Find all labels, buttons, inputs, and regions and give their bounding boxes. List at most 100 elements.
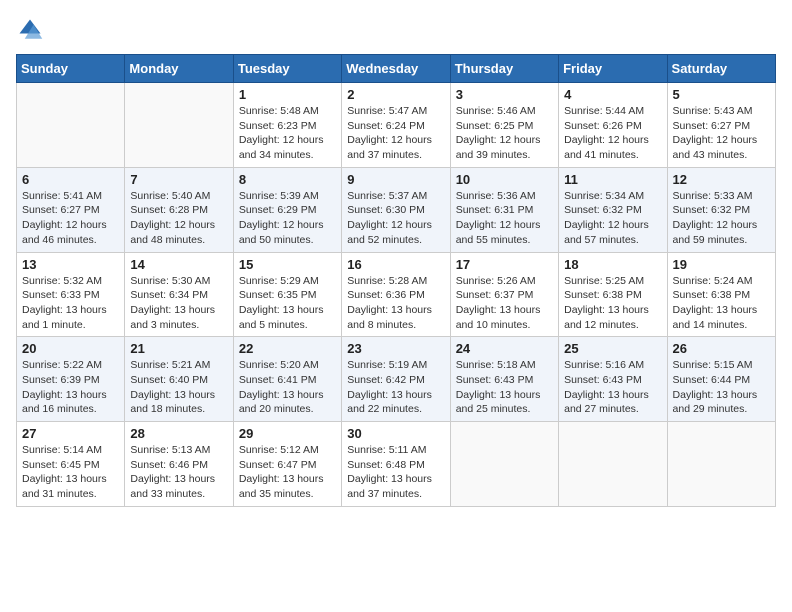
day-number: 3	[456, 87, 553, 102]
day-info: Sunrise: 5:15 AMSunset: 6:44 PMDaylight:…	[673, 358, 770, 417]
day-number: 11	[564, 172, 661, 187]
calendar-table: SundayMondayTuesdayWednesdayThursdayFrid…	[16, 54, 776, 507]
day-info: Sunrise: 5:26 AMSunset: 6:37 PMDaylight:…	[456, 274, 553, 333]
day-number: 24	[456, 341, 553, 356]
calendar-week-row: 1 Sunrise: 5:48 AMSunset: 6:23 PMDaylight…	[17, 83, 776, 168]
day-number: 6	[22, 172, 119, 187]
column-header-thursday: Thursday	[450, 55, 558, 83]
day-number: 12	[673, 172, 770, 187]
day-number: 19	[673, 257, 770, 272]
calendar-cell: 18 Sunrise: 5:25 AMSunset: 6:38 PMDayligh…	[559, 252, 667, 337]
day-info: Sunrise: 5:43 AMSunset: 6:27 PMDaylight:…	[673, 104, 770, 163]
calendar-cell: 20 Sunrise: 5:22 AMSunset: 6:39 PMDayligh…	[17, 337, 125, 422]
calendar-cell: 11 Sunrise: 5:34 AMSunset: 6:32 PMDayligh…	[559, 167, 667, 252]
calendar-cell: 22 Sunrise: 5:20 AMSunset: 6:41 PMDayligh…	[233, 337, 341, 422]
day-info: Sunrise: 5:48 AMSunset: 6:23 PMDaylight:…	[239, 104, 336, 163]
day-number: 29	[239, 426, 336, 441]
day-number: 20	[22, 341, 119, 356]
day-number: 8	[239, 172, 336, 187]
calendar-cell: 15Sunrise: 5:29 AMSunset: 6:35 PMDayligh…	[233, 252, 341, 337]
calendar-cell	[667, 422, 775, 507]
page-header	[16, 16, 776, 44]
day-info: Sunrise: 5:34 AMSunset: 6:32 PMDaylight:…	[564, 189, 661, 248]
calendar-cell: 1 Sunrise: 5:48 AMSunset: 6:23 PMDaylight…	[233, 83, 341, 168]
calendar-cell: 10 Sunrise: 5:36 AMSunset: 6:31 PMDayligh…	[450, 167, 558, 252]
calendar-cell: 19 Sunrise: 5:24 AMSunset: 6:38 PMDayligh…	[667, 252, 775, 337]
calendar-cell: 21 Sunrise: 5:21 AMSunset: 6:40 PMDayligh…	[125, 337, 233, 422]
calendar-header-row: SundayMondayTuesdayWednesdayThursdayFrid…	[17, 55, 776, 83]
day-number: 23	[347, 341, 444, 356]
day-number: 28	[130, 426, 227, 441]
day-info: Sunrise: 5:47 AMSunset: 6:24 PMDaylight:…	[347, 104, 444, 163]
day-info: Sunrise: 5:20 AMSunset: 6:41 PMDaylight:…	[239, 358, 336, 417]
calendar-cell: 13 Sunrise: 5:32 AMSunset: 6:33 PMDayligh…	[17, 252, 125, 337]
day-info: Sunrise: 5:46 AMSunset: 6:25 PMDaylight:…	[456, 104, 553, 163]
calendar-cell: 6 Sunrise: 5:41 AMSunset: 6:27 PMDaylight…	[17, 167, 125, 252]
day-number: 7	[130, 172, 227, 187]
day-info: Sunrise: 5:32 AMSunset: 6:33 PMDaylight:…	[22, 274, 119, 333]
day-info: Sunrise: 5:11 AMSunset: 6:48 PMDaylight:…	[347, 443, 444, 502]
calendar-week-row: 20 Sunrise: 5:22 AMSunset: 6:39 PMDayligh…	[17, 337, 776, 422]
calendar-cell: 3 Sunrise: 5:46 AMSunset: 6:25 PMDaylight…	[450, 83, 558, 168]
day-info: Sunrise: 5:33 AMSunset: 6:32 PMDaylight:…	[673, 189, 770, 248]
day-info: Sunrise: 5:28 AMSunset: 6:36 PMDaylight:…	[347, 274, 444, 333]
calendar-cell: 16 Sunrise: 5:28 AMSunset: 6:36 PMDayligh…	[342, 252, 450, 337]
day-number: 15	[239, 257, 336, 272]
day-info: Sunrise: 5:25 AMSunset: 6:38 PMDaylight:…	[564, 274, 661, 333]
calendar-cell: 29 Sunrise: 5:12 AMSunset: 6:47 PMDayligh…	[233, 422, 341, 507]
calendar-cell: 25 Sunrise: 5:16 AMSunset: 6:43 PMDayligh…	[559, 337, 667, 422]
calendar-cell	[450, 422, 558, 507]
calendar-cell: 8 Sunrise: 5:39 AMSunset: 6:29 PMDaylight…	[233, 167, 341, 252]
calendar-cell: 28 Sunrise: 5:13 AMSunset: 6:46 PMDayligh…	[125, 422, 233, 507]
calendar-cell: 7 Sunrise: 5:40 AMSunset: 6:28 PMDaylight…	[125, 167, 233, 252]
day-info: Sunrise: 5:21 AMSunset: 6:40 PMDaylight:…	[130, 358, 227, 417]
column-header-wednesday: Wednesday	[342, 55, 450, 83]
day-info: Sunrise: 5:14 AMSunset: 6:45 PMDaylight:…	[22, 443, 119, 502]
day-info: Sunrise: 5:16 AMSunset: 6:43 PMDaylight:…	[564, 358, 661, 417]
day-number: 14	[130, 257, 227, 272]
day-info: Sunrise: 5:39 AMSunset: 6:29 PMDaylight:…	[239, 189, 336, 248]
day-info: Sunrise: 5:36 AMSunset: 6:31 PMDaylight:…	[456, 189, 553, 248]
day-info: Sunrise: 5:19 AMSunset: 6:42 PMDaylight:…	[347, 358, 444, 417]
calendar-cell: 24 Sunrise: 5:18 AMSunset: 6:43 PMDayligh…	[450, 337, 558, 422]
calendar-cell: 30 Sunrise: 5:11 AMSunset: 6:48 PMDayligh…	[342, 422, 450, 507]
day-number: 4	[564, 87, 661, 102]
day-info: Sunrise: 5:13 AMSunset: 6:46 PMDaylight:…	[130, 443, 227, 502]
day-number: 13	[22, 257, 119, 272]
column-header-saturday: Saturday	[667, 55, 775, 83]
day-info: Sunrise: 5:24 AMSunset: 6:38 PMDaylight:…	[673, 274, 770, 333]
day-number: 10	[456, 172, 553, 187]
day-number: 9	[347, 172, 444, 187]
day-info: Sunrise: 5:18 AMSunset: 6:43 PMDaylight:…	[456, 358, 553, 417]
day-number: 1	[239, 87, 336, 102]
day-info: Sunrise: 5:22 AMSunset: 6:39 PMDaylight:…	[22, 358, 119, 417]
day-info: Sunrise: 5:44 AMSunset: 6:26 PMDaylight:…	[564, 104, 661, 163]
day-number: 16	[347, 257, 444, 272]
day-number: 17	[456, 257, 553, 272]
day-number: 22	[239, 341, 336, 356]
day-number: 21	[130, 341, 227, 356]
day-number: 2	[347, 87, 444, 102]
day-number: 18	[564, 257, 661, 272]
calendar-cell: 17 Sunrise: 5:26 AMSunset: 6:37 PMDayligh…	[450, 252, 558, 337]
day-info: Sunrise: 5:40 AMSunset: 6:28 PMDaylight:…	[130, 189, 227, 248]
column-header-tuesday: Tuesday	[233, 55, 341, 83]
calendar-week-row: 13 Sunrise: 5:32 AMSunset: 6:33 PMDayligh…	[17, 252, 776, 337]
calendar-cell: 9Sunrise: 5:37 AMSunset: 6:30 PMDaylight…	[342, 167, 450, 252]
column-header-monday: Monday	[125, 55, 233, 83]
calendar-cell: 5 Sunrise: 5:43 AMSunset: 6:27 PMDaylight…	[667, 83, 775, 168]
logo-icon	[16, 16, 44, 44]
day-number: 27	[22, 426, 119, 441]
calendar-cell	[125, 83, 233, 168]
column-header-friday: Friday	[559, 55, 667, 83]
column-header-sunday: Sunday	[17, 55, 125, 83]
day-info: Sunrise: 5:30 AMSunset: 6:34 PMDaylight:…	[130, 274, 227, 333]
day-number: 30	[347, 426, 444, 441]
day-info: Sunrise: 5:41 AMSunset: 6:27 PMDaylight:…	[22, 189, 119, 248]
day-number: 5	[673, 87, 770, 102]
calendar-cell: 23 Sunrise: 5:19 AMSunset: 6:42 PMDayligh…	[342, 337, 450, 422]
day-number: 25	[564, 341, 661, 356]
day-info: Sunrise: 5:12 AMSunset: 6:47 PMDaylight:…	[239, 443, 336, 502]
calendar-cell: 4 Sunrise: 5:44 AMSunset: 6:26 PMDaylight…	[559, 83, 667, 168]
calendar-cell: 26Sunrise: 5:15 AMSunset: 6:44 PMDayligh…	[667, 337, 775, 422]
